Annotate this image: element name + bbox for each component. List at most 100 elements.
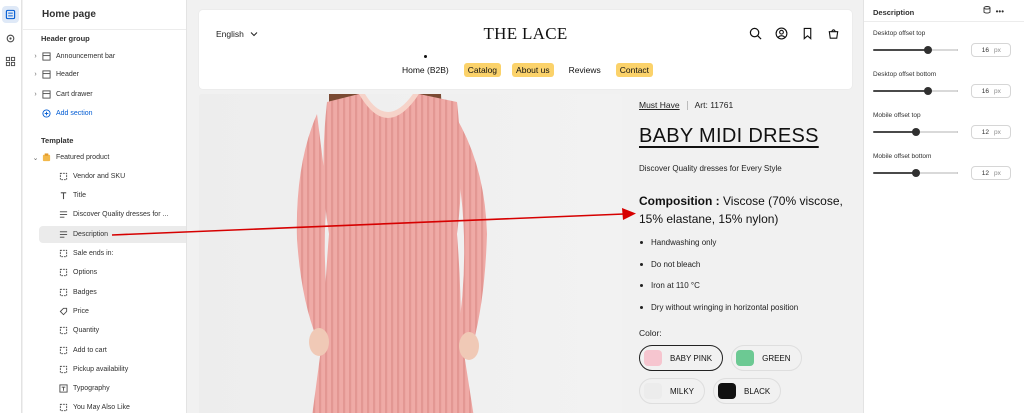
slider-thumb[interactable] — [924, 87, 932, 95]
product-meta: Must Have Art: 11761 — [639, 100, 861, 110]
add-section-button[interactable]: Add section — [31, 105, 177, 122]
slider-rest — [916, 172, 958, 174]
settings-panel: Description ••• Desktop offset top 16 px … — [863, 0, 1024, 413]
color-chip — [718, 383, 737, 399]
block-label: Vendor and SKU — [73, 173, 126, 180]
apps-icon[interactable] — [2, 53, 19, 70]
block-title[interactable]: Title — [31, 187, 177, 204]
list-item: Iron at 110 °C — [639, 280, 861, 302]
nav-about-us[interactable]: About us — [512, 63, 554, 77]
number-input[interactable]: 16 px — [971, 43, 1011, 57]
template-label: Template — [41, 136, 74, 145]
database-icon[interactable] — [983, 6, 991, 16]
sidebar-item-announcement-bar[interactable]: › Announcement bar — [31, 48, 177, 65]
block-description[interactable]: Description — [39, 226, 186, 243]
slider-thumb[interactable] — [924, 46, 932, 54]
sidebar-item-featured-product[interactable]: ⌄ Featured product — [31, 149, 177, 166]
divider — [864, 21, 1024, 22]
color-label: Color: — [639, 328, 662, 338]
vendor-link[interactable]: Must Have — [639, 100, 680, 110]
nav-catalog[interactable]: Catalog — [463, 63, 502, 77]
block-quantity[interactable]: Quantity — [31, 322, 177, 339]
header-icons — [749, 27, 840, 40]
color-swatches: BABY PINK GREEN MILKY BLACK — [639, 345, 854, 404]
setting-label: Desktop offset top — [873, 30, 926, 37]
swatch-milky[interactable]: MILKY — [639, 378, 706, 404]
paragraph-icon — [57, 230, 70, 240]
theme-editor: Home page Header group › Announcement ba… — [0, 0, 1024, 413]
block-typography[interactable]: Typography — [31, 380, 177, 397]
typography-icon — [57, 384, 70, 394]
block-icon — [57, 172, 70, 182]
slider-thumb[interactable] — [912, 169, 920, 177]
nav-contact[interactable]: Contact — [615, 63, 654, 77]
add-section-label: Add section — [56, 110, 93, 117]
sidebar-item-header[interactable]: › Header — [31, 66, 177, 83]
header-group-label: Header group — [41, 34, 90, 43]
store-preview: English THE LACE Home (B2B) Catalog Abou… — [187, 0, 863, 413]
care-list: Handwashing only Do not bleach Iron at 1… — [639, 237, 861, 323]
sections-icon[interactable] — [2, 6, 19, 23]
block-price[interactable]: Price — [31, 303, 177, 320]
color-chip — [644, 383, 662, 399]
color-chip — [736, 350, 755, 366]
chevron-right-icon[interactable]: › — [31, 91, 40, 98]
swatch-baby-pink[interactable]: BABY PINK — [639, 345, 724, 371]
search-icon[interactable] — [749, 27, 762, 40]
chevron-down-icon[interactable]: ⌄ — [31, 154, 40, 162]
block-label: Typography — [73, 385, 110, 392]
slider-thumb[interactable] — [912, 128, 920, 136]
chevron-right-icon[interactable]: › — [31, 53, 40, 60]
block-label: Description — [73, 231, 109, 238]
active-indicator — [423, 55, 427, 58]
sidebar-item-cart-drawer[interactable]: › Cart drawer — [31, 86, 177, 103]
block-icon — [57, 346, 70, 356]
sidebar-item-label: Cart drawer — [56, 91, 93, 98]
block-sale-ends[interactable]: Sale ends in: — [31, 245, 177, 262]
more-options-icon[interactable]: ••• — [996, 7, 1004, 16]
block-label: Sale ends in: — [73, 250, 114, 257]
swatch-black[interactable]: BLACK — [713, 378, 782, 404]
cart-icon[interactable] — [827, 27, 840, 40]
block-label: Pickup availability — [73, 366, 129, 373]
block-add-to-cart[interactable]: Add to cart — [31, 342, 177, 359]
block-options[interactable]: Options — [31, 264, 177, 281]
list-item: Handwashing only — [639, 237, 861, 259]
gear-icon[interactable] — [2, 30, 19, 47]
number-input[interactable]: 16 px — [971, 84, 1011, 98]
nav-home[interactable]: Home (B2B) — [398, 55, 453, 77]
block-pickup-availability[interactable]: Pickup availability — [31, 361, 177, 378]
setting-mobile-offset-top: Mobile offset top 12 px — [873, 112, 1021, 139]
number-input[interactable]: 12 px — [971, 125, 1011, 139]
block-label: Title — [73, 192, 86, 199]
setting-mobile-offset-bottom: Mobile offset bottom 12 px — [873, 153, 1021, 180]
divider — [23, 29, 186, 30]
section-icon — [40, 70, 53, 80]
block-icon — [57, 365, 70, 375]
product-description: Composition : Viscose (70% viscose, 15% … — [639, 192, 861, 228]
swatch-green[interactable]: GREEN — [731, 345, 802, 371]
sidebar-item-label: Announcement bar — [56, 53, 116, 60]
bookmark-icon[interactable] — [801, 27, 814, 40]
block-tagline[interactable]: Discover Quality dresses for ... — [31, 206, 177, 223]
block-badges[interactable]: Badges — [31, 284, 177, 301]
block-label: Add to cart — [73, 347, 107, 354]
block-label: Price — [73, 308, 89, 315]
chevron-right-icon[interactable]: › — [31, 71, 40, 78]
setting-desktop-offset-bottom: Desktop offset bottom 16 px — [873, 71, 1021, 98]
block-icon — [57, 326, 70, 336]
setting-desktop-offset-top: Desktop offset top 16 px — [873, 30, 1021, 57]
account-icon[interactable] — [775, 27, 788, 40]
number-input[interactable]: 12 px — [971, 166, 1011, 180]
nav-reviews[interactable]: Reviews — [565, 63, 605, 77]
block-label: Quantity — [73, 327, 100, 334]
sections-panel: Home page Header group › Announcement ba… — [23, 0, 187, 413]
block-you-may-also-like[interactable]: You May Also Like — [31, 399, 177, 413]
product-title: BABY MIDI DRESS — [639, 125, 819, 147]
section-icon — [40, 90, 53, 100]
product-photo — [199, 94, 622, 413]
divider — [686, 100, 688, 110]
block-vendor-and-sku[interactable]: Vendor and SKU — [31, 168, 177, 185]
setting-label: Mobile offset top — [873, 112, 921, 119]
slider-rest — [928, 49, 958, 51]
